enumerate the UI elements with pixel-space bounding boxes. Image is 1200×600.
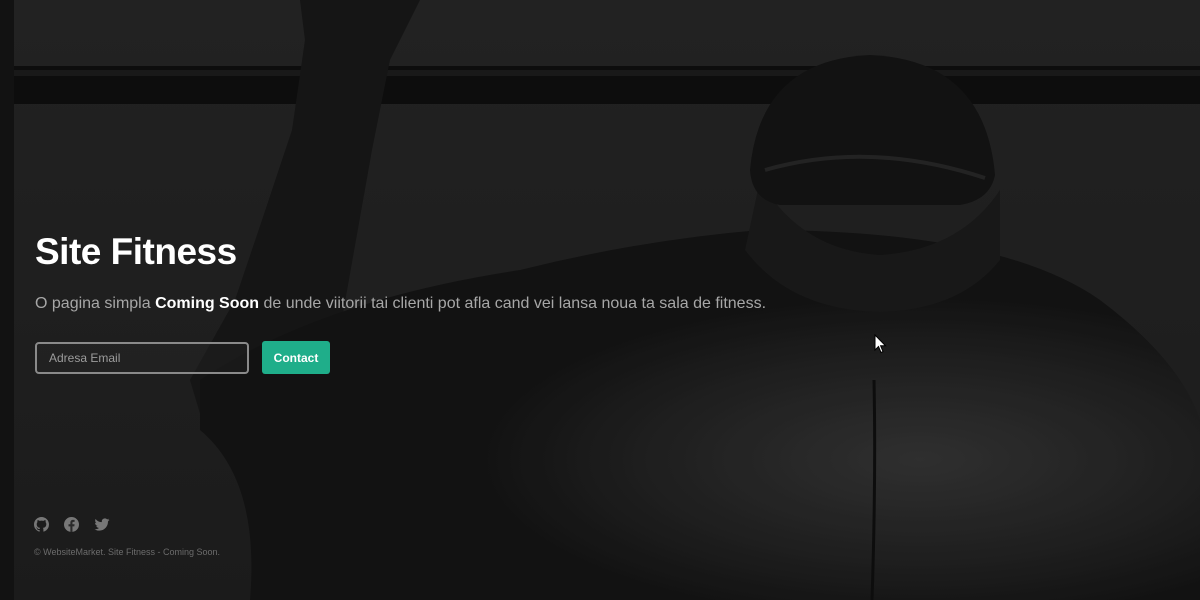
subtitle-text-end: de unde viitorii tai clienti pot afla ca… (259, 295, 767, 312)
page-subtitle: O pagina simpla Coming Soon de unde viit… (35, 293, 815, 315)
hero-section: Site Fitness O pagina simpla Coming Soon… (35, 228, 815, 374)
subtitle-text-start: O pagina simpla (35, 295, 156, 312)
page-title: Site Fitness (35, 231, 237, 272)
subtitle-highlight: Coming Soon (155, 295, 260, 312)
copyright-text: © WebsiteMarket. Site Fitness - Coming S… (34, 547, 221, 557)
social-links (34, 515, 220, 535)
mouse-cursor-icon (874, 334, 887, 354)
contact-button[interactable]: Contact (262, 341, 330, 374)
twitter-icon[interactable] (94, 517, 111, 534)
facebook-icon[interactable] (64, 516, 81, 534)
coming-soon-page: Site Fitness O pagina simpla Coming Soon… (0, 0, 1200, 600)
github-icon[interactable] (34, 516, 51, 534)
footer: © WebsiteMarket. Site Fitness - Coming S… (34, 515, 220, 557)
email-field[interactable] (35, 341, 249, 374)
contact-form: Contact (35, 341, 815, 374)
